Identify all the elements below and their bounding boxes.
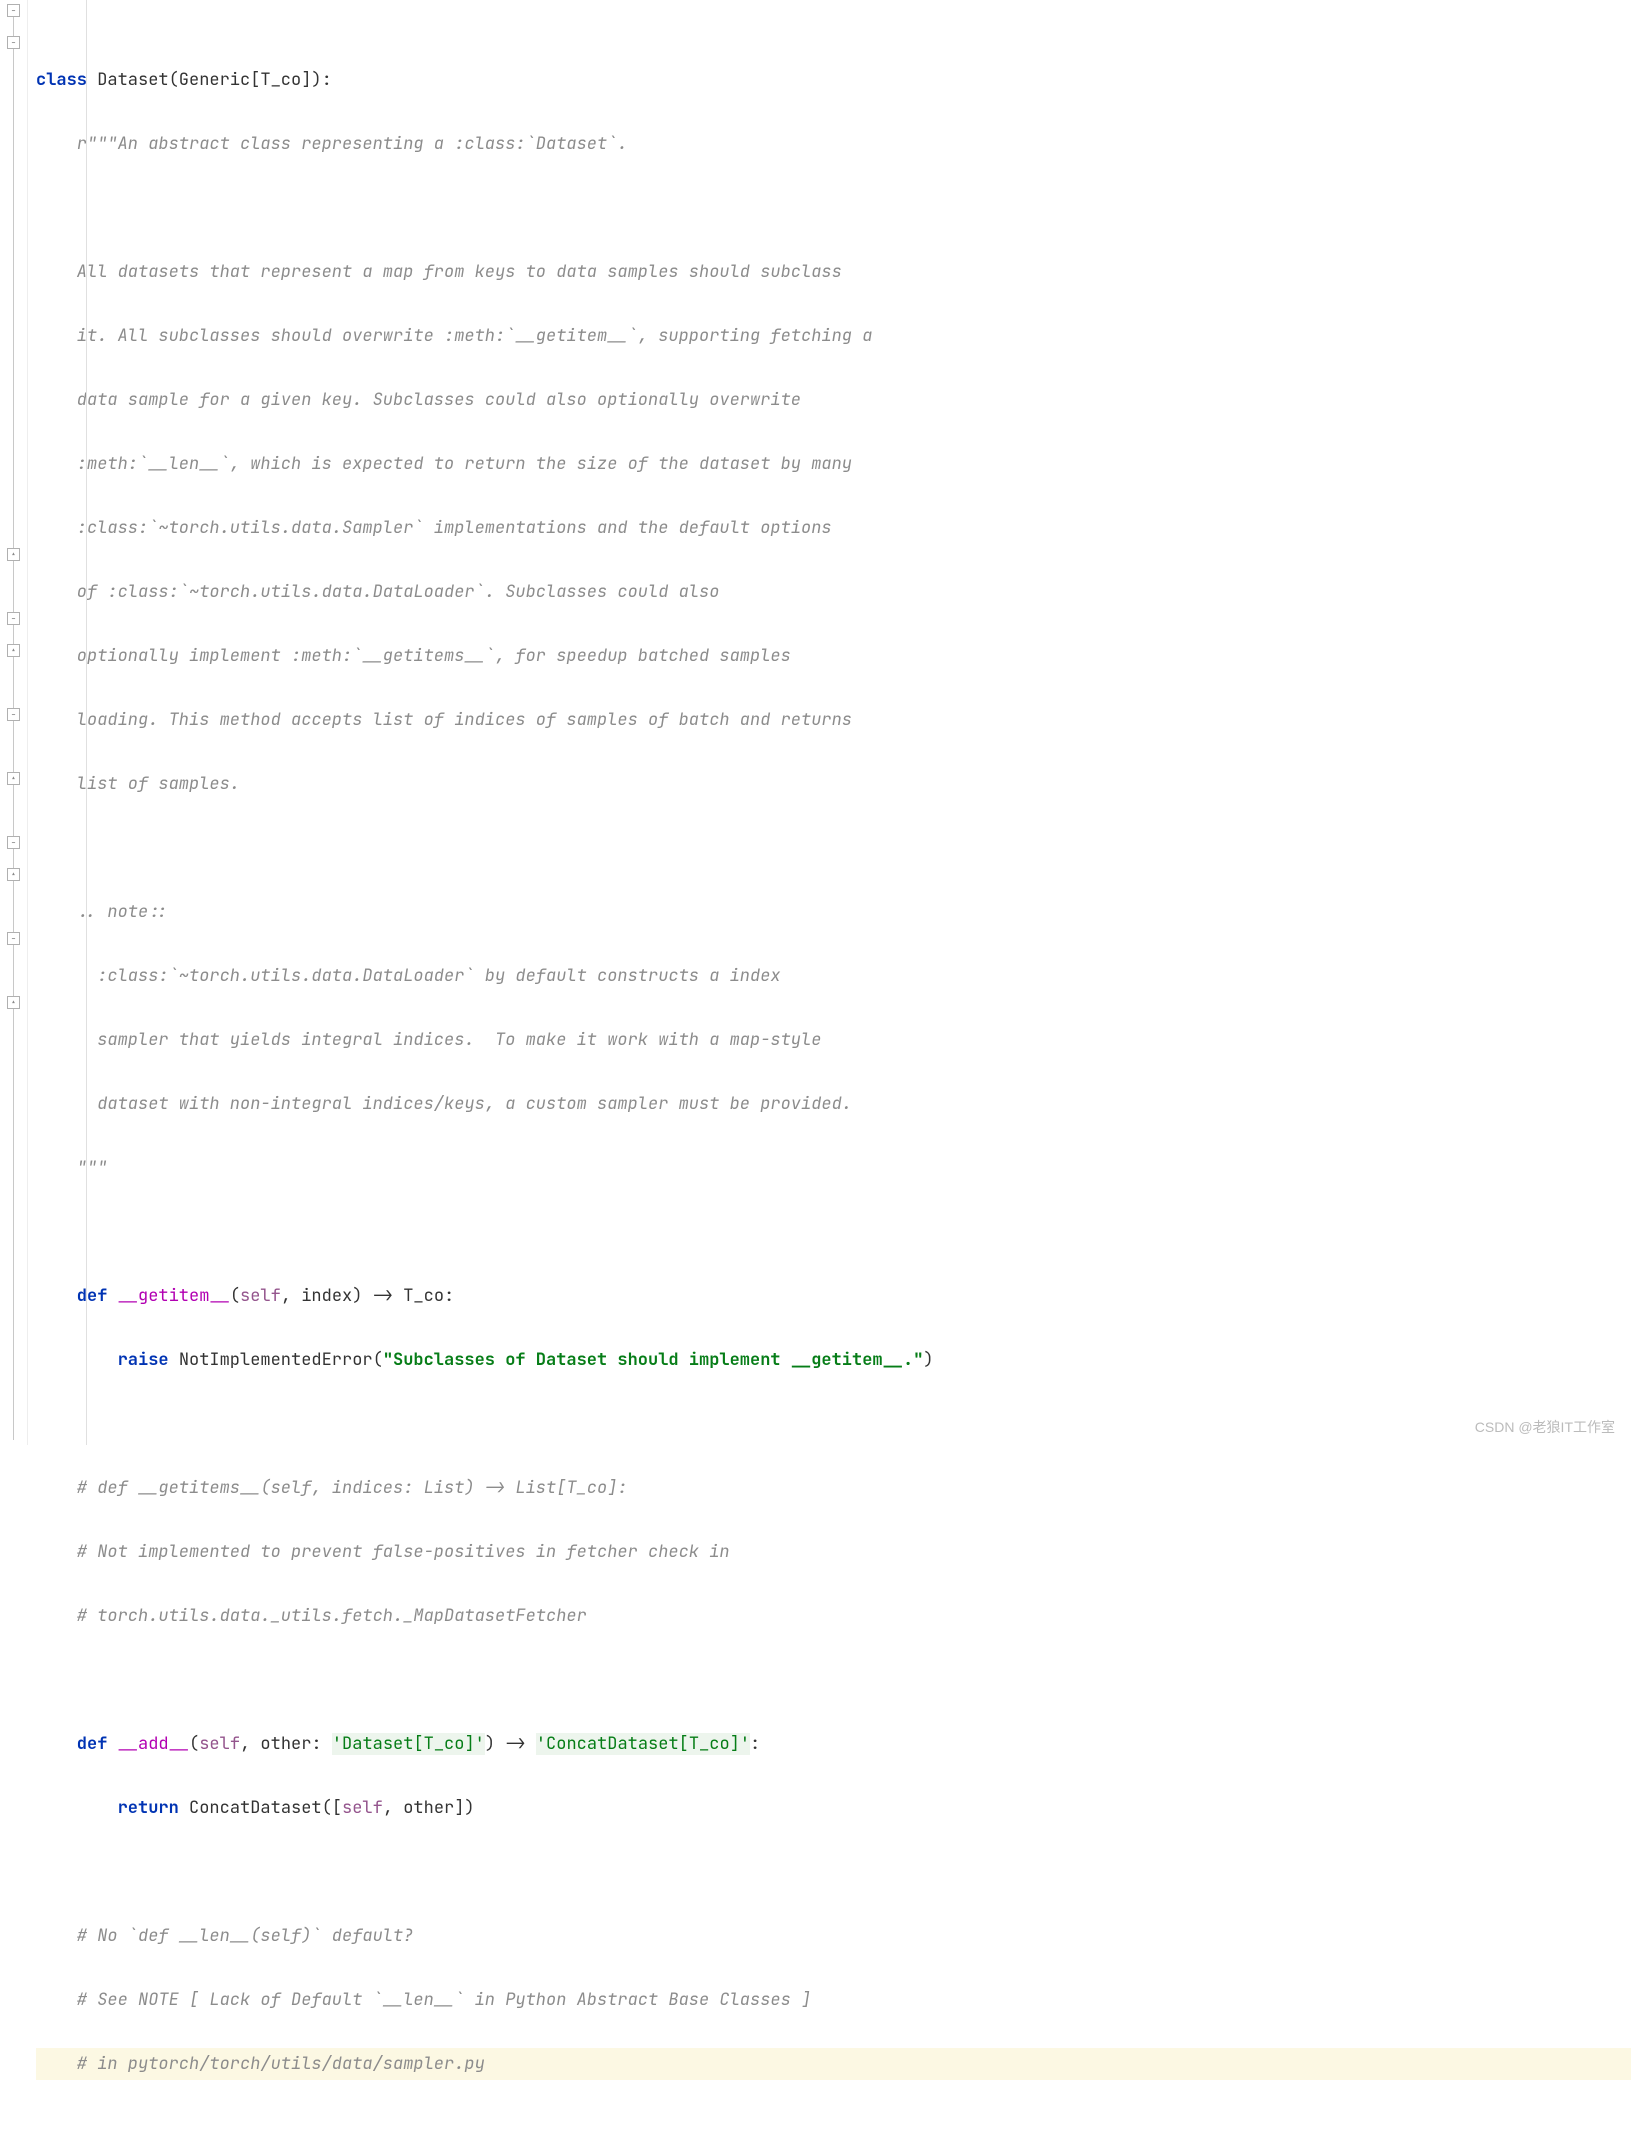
docstring-line[interactable]: data sample for a given key. Subclasses … [36,384,1631,416]
gutter [0,0,28,1445]
comment-line[interactable]: # in pytorch/torch/utils/data/sampler.py [36,2048,1631,2080]
sig-end: : [750,1733,760,1755]
indent [36,1349,118,1371]
comment-line[interactable]: # def __getitems__(self, indices: List) … [36,1472,1631,1504]
blank-line[interactable] [36,1408,1631,1440]
fold-line [13,10,14,1440]
docstring-line[interactable]: sampler that yields integral indices. To… [36,1024,1631,1056]
docstring-line[interactable]: :meth:`__len__`, which is expected to re… [36,448,1631,480]
docstring-line[interactable]: """ [36,1152,1631,1184]
comment-line[interactable]: # See NOTE [ Lack of Default `__len__` i… [36,1984,1631,2016]
indent [36,1797,118,1819]
watermark: CSDN @老狼IT工作室 [1475,1417,1615,1437]
method-name: __add__ [118,1733,189,1755]
docstring-line[interactable]: dataset with non-integral indices/keys, … [36,1088,1631,1120]
fold-close-icon[interactable] [7,996,20,1009]
code-line[interactable]: class Dataset(Generic[T_co]): [36,64,1631,96]
fold-toggle-icon[interactable] [7,612,20,625]
blank-line[interactable] [36,1856,1631,1888]
fold-close-icon[interactable] [7,772,20,785]
error-call: NotImplementedError( [179,1349,383,1371]
space [179,1797,189,1819]
fold-close-icon[interactable] [7,548,20,561]
docstring-line[interactable]: optionally implement :meth:`__getitems__… [36,640,1631,672]
paren: ) [923,1349,933,1371]
keyword: def [36,1733,118,1755]
keyword: class [36,69,87,91]
docstring-line[interactable]: r"""An abstract class representing a :cl… [36,128,1631,160]
comment-line[interactable]: # Not implemented to prevent false-posit… [36,1536,1631,1568]
fold-close-icon[interactable] [7,868,20,881]
type-hint-string: 'ConcatDataset[T_co]' [536,1733,750,1755]
comment-line[interactable]: # No `def __len__(self)` default? [36,1920,1631,1952]
code-line[interactable]: def __getitem__(self, index) -> T_co: [36,1280,1631,1312]
sig-arrow: ) -> [485,1733,536,1755]
sig-mid: , other: [240,1733,332,1755]
docstring-line[interactable]: list of samples. [36,768,1631,800]
docstring-line[interactable]: loading. This method accepts list of ind… [36,704,1631,736]
blank-line[interactable] [36,1216,1631,1248]
fold-toggle-icon[interactable] [7,836,20,849]
paren: ( [230,1285,240,1307]
fold-toggle-icon[interactable] [7,36,20,49]
keyword: def [36,1285,118,1307]
code-area[interactable]: class Dataset(Generic[T_co]): r"""An abs… [28,0,1631,1445]
class-sig: Dataset(Generic[T_co]): [87,69,332,91]
keyword: raise [118,1349,169,1371]
sig-rest: , index) -> T_co: [281,1285,454,1307]
docstring-line[interactable]: :class:`~torch.utils.data.DataLoader` by… [36,960,1631,992]
indent-guide [86,0,87,1445]
keyword: return [118,1797,179,1819]
docstring-line[interactable]: it. All subclasses should overwrite :met… [36,320,1631,352]
code-line[interactable]: raise NotImplementedError("Subclasses of… [36,1344,1631,1376]
code-editor: class Dataset(Generic[T_co]): r"""An abs… [0,0,1631,1445]
code-line[interactable]: return ConcatDataset([self, other]) [36,1792,1631,1824]
self-param: self [240,1285,281,1307]
self-param: self [199,1733,240,1755]
docstring-line[interactable]: .. note:: [36,896,1631,928]
self-ref: self [342,1797,383,1819]
paren: ( [189,1733,199,1755]
method-name: __getitem__ [118,1285,230,1307]
docstring-line[interactable]: All datasets that represent a map from k… [36,256,1631,288]
fold-toggle-icon[interactable] [7,4,20,17]
fold-close-icon[interactable] [7,644,20,657]
docstring-line[interactable]: of :class:`~torch.utils.data.DataLoader`… [36,576,1631,608]
expr-post: , other]) [383,1797,475,1819]
blank-line[interactable] [36,1664,1631,1696]
docstring-line[interactable] [36,832,1631,864]
fold-toggle-icon[interactable] [7,708,20,721]
expr-pre: ConcatDataset([ [189,1797,342,1819]
comment-line[interactable]: # torch.utils.data._utils.fetch._MapData… [36,1600,1631,1632]
docstring-line[interactable]: :class:`~torch.utils.data.Sampler` imple… [36,512,1631,544]
space [169,1349,179,1371]
code-line[interactable]: def __add__(self, other: 'Dataset[T_co]'… [36,1728,1631,1760]
docstring-line[interactable] [36,192,1631,224]
string-literal: "Subclasses of Dataset should implement … [383,1349,924,1371]
type-hint-string: 'Dataset[T_co]' [332,1733,485,1755]
fold-toggle-icon[interactable] [7,932,20,945]
